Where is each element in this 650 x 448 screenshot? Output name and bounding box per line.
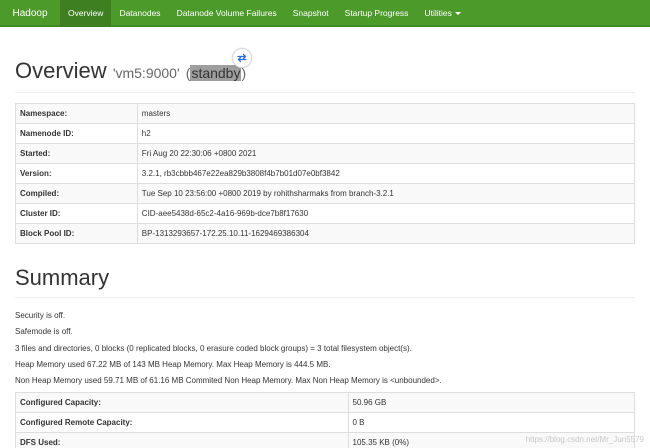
overview-title: Overview	[15, 58, 107, 83]
row-value: 3.2.1, rb3cbbb467e22ea829b3808f4b7b01d07…	[136, 163, 636, 184]
row-value: BP-1313293657-172.25.10.11-1629469386304	[136, 223, 636, 244]
row-key: DFS Used:	[15, 432, 349, 448]
nav-datanodes[interactable]: Datanodes	[111, 0, 168, 27]
row-value: h2	[136, 123, 636, 144]
namenode-host: 'vm5:9000'	[112, 65, 180, 81]
swap-button[interactable]	[232, 48, 252, 68]
caret-down-icon	[454, 12, 461, 16]
overview-divider	[15, 92, 635, 93]
table-row: Namespace: masters	[15, 103, 636, 124]
security-status: Security is off.	[15, 311, 66, 320]
namenode-state: standby	[190, 65, 242, 81]
swap-icon	[237, 53, 247, 63]
row-key: Version:	[15, 163, 138, 184]
table-row: Configured Remote Capacity: 0 B	[15, 412, 635, 433]
row-value: masters	[136, 103, 636, 124]
overview-table: Namespace: masters Namenode ID: h2 Started…	[15, 103, 636, 244]
row-key: Configured Remote Capacity:	[15, 412, 349, 433]
row-value: CID-aee5438d-65c2-4a16-969b-dce7b8f17630	[136, 203, 636, 224]
table-row: Namenode ID: h2	[15, 123, 636, 144]
table-row: Started: Fri Aug 20 22:30:06 +0800 2021	[15, 143, 636, 164]
row-key: Compiled:	[15, 183, 138, 204]
brand-logo[interactable]: Hadoop	[0, 0, 60, 27]
row-key: Started:	[15, 143, 138, 164]
nav-datanode-volume-failures[interactable]: Datanode Volume Failures	[169, 0, 285, 27]
row-value: 0 B	[347, 412, 635, 433]
row-key: Cluster ID:	[15, 203, 138, 224]
table-row: Block Pool ID: BP-1313293657-172.25.10.11…	[15, 223, 636, 244]
table-row: Configured Capacity: 50.96 GB	[15, 392, 635, 413]
nav-snapshot[interactable]: Snapshot	[285, 0, 337, 27]
safemode-status: Safemode is off.	[15, 327, 73, 336]
row-key: Namenode ID:	[15, 123, 138, 144]
nav-startup-progress[interactable]: Startup Progress	[337, 0, 417, 27]
nav-utilities-label: Utilities	[424, 8, 452, 18]
top-navbar: Hadoop Overview Datanodes Datanode Volum…	[0, 0, 650, 27]
filesystem-objects: 3 files and directories, 0 blocks (0 rep…	[15, 344, 412, 353]
row-value: 50.96 GB	[347, 392, 635, 413]
summary-heading: Summary	[15, 265, 110, 290]
non-heap-memory: Non Heap Memory used 59.71 MB of 61.16 M…	[15, 376, 442, 385]
watermark: https://blog.csdn.net/Mr_Jun5579	[525, 435, 644, 444]
row-value: Fri Aug 20 22:30:06 +0800 2021	[136, 143, 636, 164]
heap-memory: Heap Memory used 67.22 MB of 143 MB Heap…	[15, 360, 331, 369]
row-key: Configured Capacity:	[15, 392, 349, 413]
table-row: Version: 3.2.1, rb3cbbb467e22ea829b3808f4…	[15, 163, 636, 184]
nav-menu: Overview Datanodes Datanode Volume Failu…	[60, 0, 469, 27]
table-row: Compiled: Tue Sep 10 23:56:00 +0800 2019 …	[15, 183, 636, 204]
row-value: Tue Sep 10 23:56:00 +0800 2019 by rohith…	[136, 183, 636, 204]
table-row: Cluster ID: CID-aee5438d-65c2-4a16-969b-d…	[15, 203, 636, 224]
row-key: Block Pool ID:	[15, 223, 138, 244]
nav-utilities-dropdown[interactable]: Utilities	[416, 0, 468, 27]
overview-heading: Overview 'vm5:9000' (standby)	[15, 58, 246, 84]
summary-divider	[15, 297, 635, 298]
nav-overview[interactable]: Overview	[60, 0, 112, 27]
row-key: Namespace:	[15, 103, 138, 124]
